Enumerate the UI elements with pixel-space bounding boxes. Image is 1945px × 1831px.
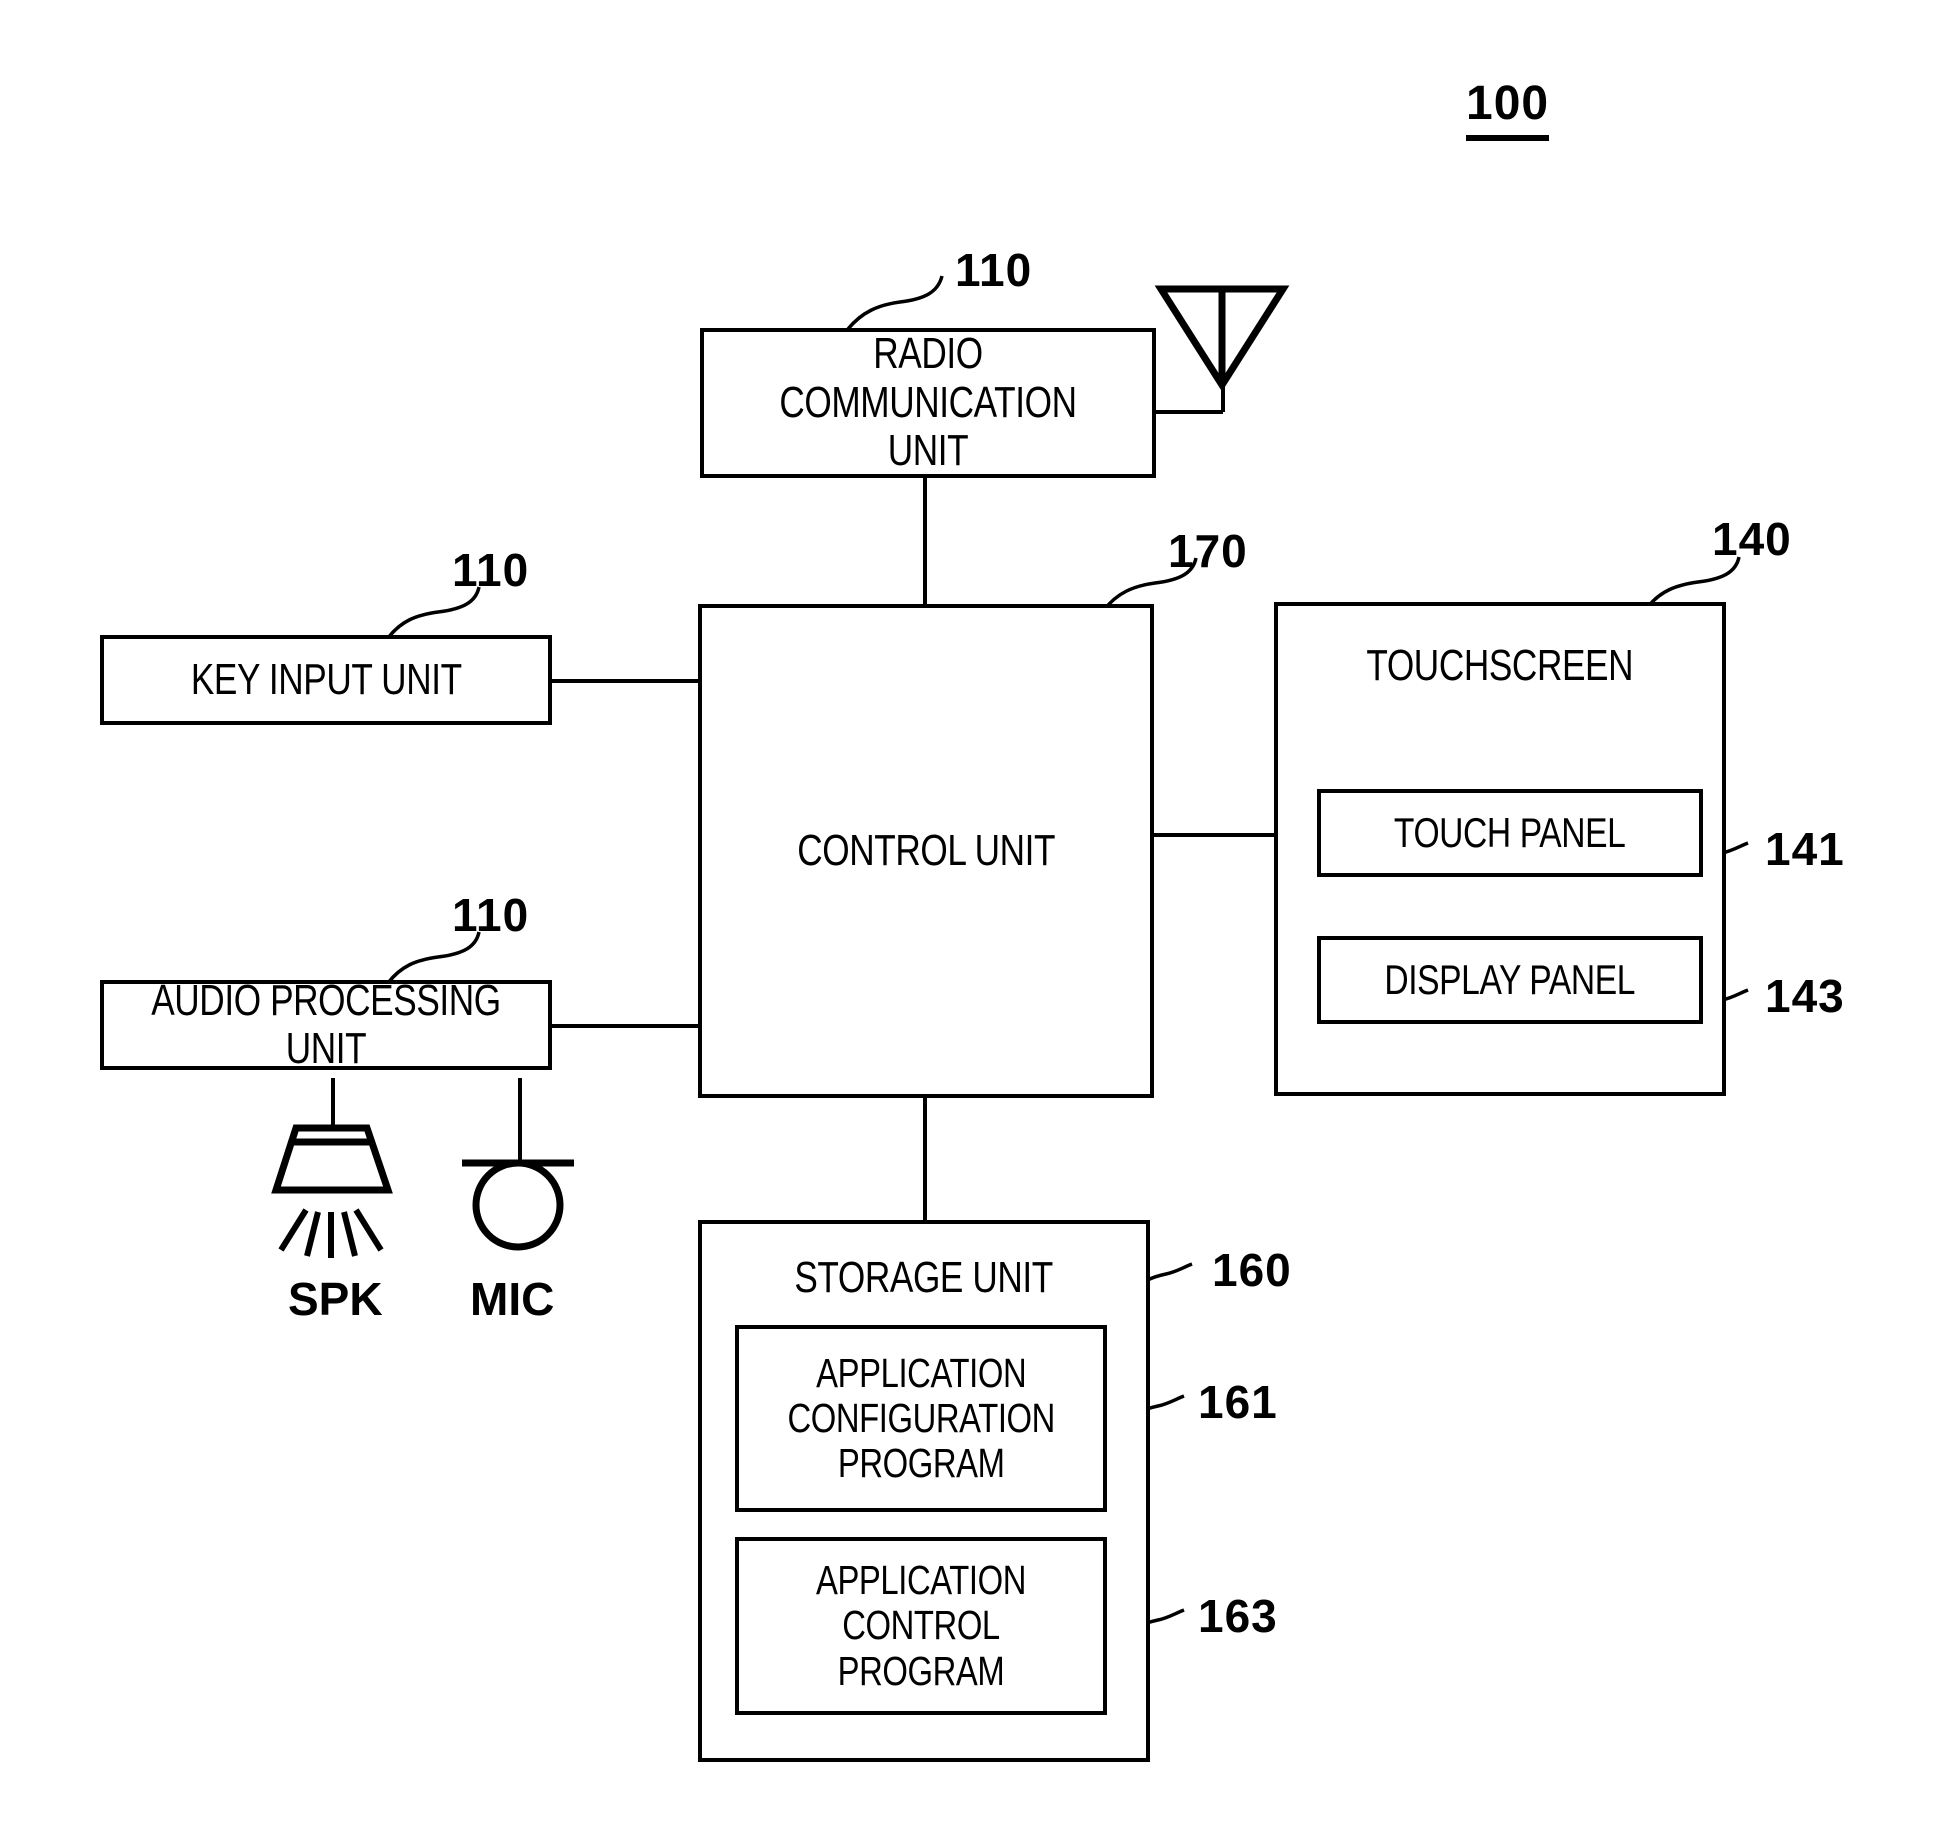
audio-processing-unit-label: AUDIO PROCESSING UNIT (151, 975, 501, 1073)
touch-panel-label: TOUCH PANEL (1394, 808, 1626, 856)
audio-processing-unit-block[interactable]: AUDIO PROCESSING UNIT (100, 976, 560, 1078)
touch-panel-block[interactable]: TOUCH PANEL (1317, 789, 1711, 885)
display-panel-label: DISPLAY PANEL (1384, 955, 1636, 1003)
display-panel-block[interactable]: DISPLAY PANEL (1317, 936, 1711, 1032)
connector-control-to-storage (923, 1098, 927, 1220)
connector-keyinput-to-control (551, 679, 701, 683)
application-control-program-label: APPLICATION CONTROL PROGRAM (815, 1557, 1027, 1694)
application-control-program-block[interactable]: APPLICATION CONTROL PROGRAM (735, 1537, 1115, 1723)
key-input-unit-block[interactable]: KEY INPUT UNIT (100, 635, 560, 733)
figure-device-reference: 100 (1466, 76, 1550, 141)
storage-unit-label: STORAGE UNIT (794, 1253, 1054, 1302)
application-configuration-program-label: APPLICATION CONFIGURATION PROGRAM (787, 1349, 1055, 1487)
connector-audio-to-microphone (518, 1078, 522, 1163)
reference-141-touch-panel: 141 (1765, 823, 1845, 875)
reference-163-app-control: 163 (1198, 1590, 1278, 1642)
radio-communication-unit-block[interactable]: RADIO COMMUNICATION UNIT (700, 328, 1164, 486)
connector-control-to-touchscreen (1153, 833, 1275, 837)
reference-110-audio: 110 (452, 889, 530, 941)
reference-170-control: 170 (1168, 525, 1248, 577)
connector-radio-to-antenna (1155, 410, 1223, 414)
reference-110-key-input: 110 (452, 544, 530, 596)
reference-160-storage: 160 (1212, 1244, 1292, 1296)
microphone-caption: MIC (470, 1273, 555, 1325)
control-unit-label: CONTROL UNIT (797, 825, 1055, 875)
control-unit-block[interactable]: CONTROL UNIT (698, 604, 1162, 1106)
key-input-unit-label: KEY INPUT UNIT (190, 654, 462, 704)
speaker-icon (271, 1124, 393, 1258)
connector-radio-to-control (923, 477, 927, 605)
application-configuration-program-block[interactable]: APPLICATION CONFIGURATION PROGRAM (735, 1325, 1115, 1520)
reference-143-display-panel: 143 (1765, 970, 1845, 1022)
speaker-caption: SPK (288, 1273, 383, 1325)
reference-140-touchscreen: 140 (1712, 513, 1792, 565)
reference-110-radio: 110 (955, 244, 1033, 296)
patent-figure-canvas: 100 RADIO COMMUNICATION UNIT 110 KEY INP… (0, 0, 1945, 1831)
touchscreen-label: TOUCHSCREEN (1366, 641, 1634, 690)
antenna-stem (1221, 289, 1225, 412)
microphone-icon (462, 1159, 574, 1251)
connector-audio-to-speaker (331, 1078, 335, 1128)
reference-161-app-config: 161 (1198, 1376, 1278, 1428)
connector-audio-to-control (551, 1024, 701, 1028)
radio-communication-unit-label: RADIO COMMUNICATION UNIT (779, 329, 1077, 476)
